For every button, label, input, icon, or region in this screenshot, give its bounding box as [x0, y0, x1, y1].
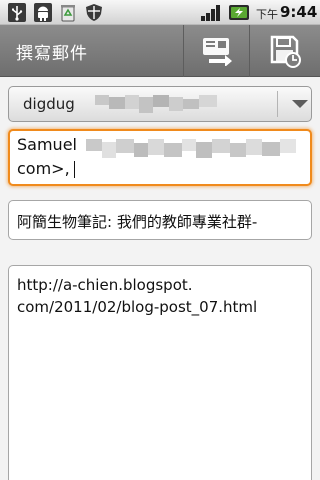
shield-icon [86, 4, 102, 21]
to-recipient-line1: Samuel [17, 135, 77, 154]
redacted-email [86, 139, 296, 158]
chevron-down-icon[interactable] [292, 100, 308, 108]
page-title: 撰寫郵件 [16, 44, 88, 64]
save-draft-icon [270, 35, 301, 68]
from-account-value: digdug [23, 95, 75, 113]
usb-icon [8, 3, 26, 22]
save-draft-button[interactable] [249, 25, 320, 77]
android-debug-icon [34, 3, 52, 22]
redacted-text [95, 95, 217, 113]
battery-charging-icon [229, 5, 249, 20]
recycle-icon [61, 5, 75, 22]
to-recipient-line2: com>, [17, 159, 75, 178]
status-bar: 下午 9:44 [0, 0, 320, 25]
send-button[interactable] [183, 25, 249, 77]
status-time: 9:44 [280, 3, 318, 21]
text-cursor [73, 161, 75, 178]
to-field[interactable]: Samuel com>, [8, 129, 312, 186]
subject-field[interactable]: 阿簡生物筆記: 我們的教師專業社群- [8, 200, 312, 240]
signal-icon [201, 5, 220, 21]
status-ampm: 下午 [256, 8, 278, 21]
message-body-field[interactable]: http://a-chien.blogspot. com/2011/02/blo… [8, 265, 312, 480]
to-recipient-tail: com>, [17, 159, 70, 178]
dropdown-divider [277, 91, 278, 117]
from-account-select[interactable]: digdug [8, 86, 312, 122]
send-icon [202, 38, 232, 66]
title-bar: 撰寫郵件 [0, 25, 320, 77]
message-body-value: http://a-chien.blogspot. com/2011/02/blo… [17, 276, 258, 316]
subject-value: 阿簡生物筆記: 我們的教師專業社群- [17, 213, 258, 231]
